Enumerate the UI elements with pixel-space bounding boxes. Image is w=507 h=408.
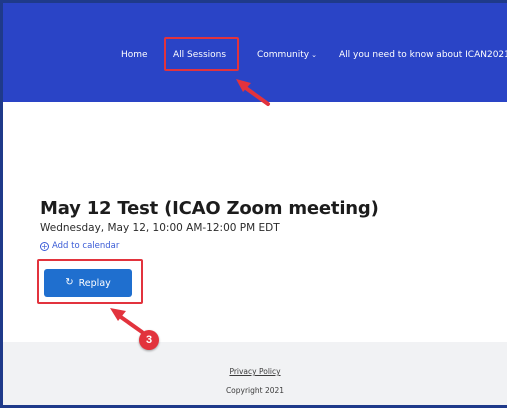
- highlight-box-replay: [37, 259, 143, 304]
- add-to-calendar-link[interactable]: + Add to calendar: [40, 241, 119, 251]
- plus-circle-icon: +: [40, 241, 49, 251]
- chevron-down-icon: ⌄: [311, 51, 317, 59]
- nav-about-link[interactable]: All you need to know about ICAN2021: [339, 50, 507, 60]
- nav-home-link[interactable]: Home: [121, 50, 148, 60]
- nav-community-menu[interactable]: Community ⌄: [257, 50, 317, 60]
- page-footer: Privacy Policy Copyright 2021: [3, 342, 507, 405]
- nav-community-label: Community: [257, 50, 310, 60]
- highlight-box-nav: [164, 37, 239, 71]
- step-number-badge: 3: [139, 330, 159, 350]
- top-navbar: Home All Sessions Community ⌄ All you nee…: [3, 3, 507, 102]
- browser-frame: Home All Sessions Community ⌄ All you nee…: [0, 0, 507, 408]
- event-datetime: Wednesday, May 12, 10:00 AM-12:00 PM EDT: [40, 222, 280, 234]
- event-content: May 12 Test (ICAO Zoom meeting) Wednesda…: [3, 102, 507, 342]
- privacy-policy-link[interactable]: Privacy Policy: [3, 367, 507, 376]
- add-to-calendar-label: Add to calendar: [52, 241, 120, 251]
- event-title: May 12 Test (ICAO Zoom meeting): [40, 198, 379, 219]
- copyright-text: Copyright 2021: [225, 386, 285, 395]
